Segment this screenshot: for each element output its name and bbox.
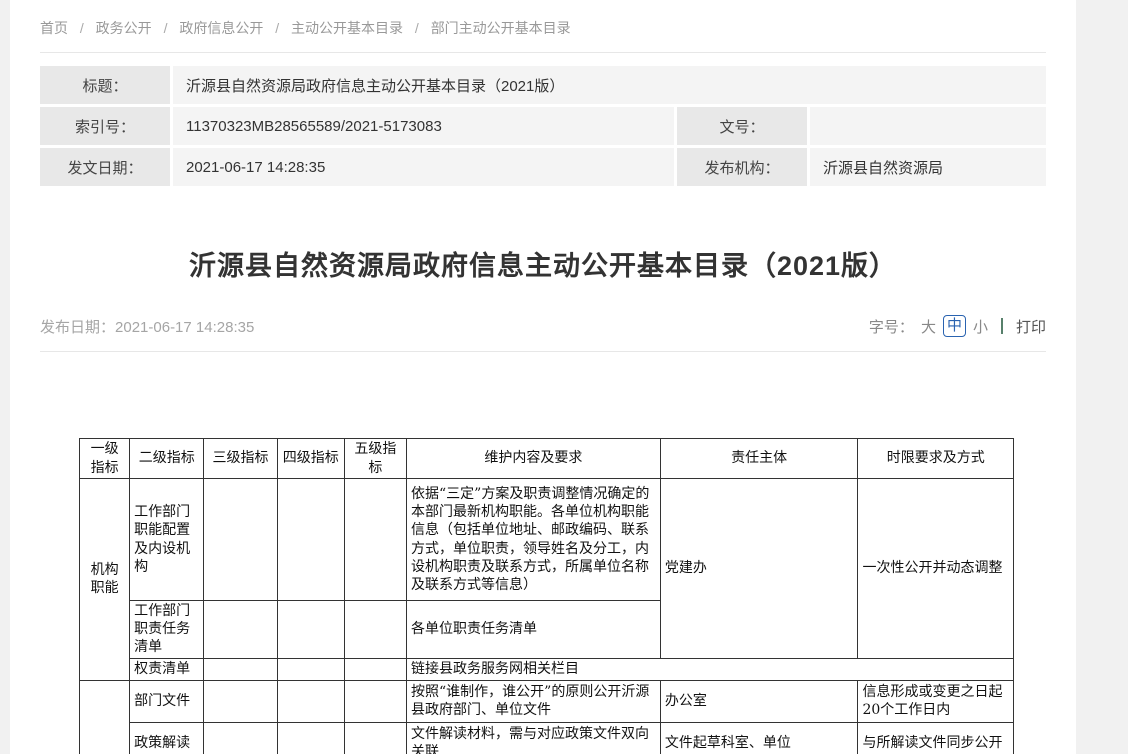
- cell-level2: 工作部门职责任务清单: [130, 601, 204, 659]
- meta-row-index: 索引号： 11370323MB28565589/2021-5173083 文号：: [40, 107, 1046, 145]
- publish-date: 发布日期：2021-06-17 14:28:35: [40, 316, 254, 337]
- cell-empty: [277, 680, 344, 722]
- cell-empty: [204, 601, 277, 659]
- header-deadline: 时限要求及方式: [858, 439, 1014, 479]
- cell-level2: 政策解读: [130, 722, 204, 754]
- meta-index-value: 11370323MB28565589/2021-5173083: [173, 107, 674, 145]
- cell-content: 文件解读材料，需与对应政策文件双向关联: [407, 722, 661, 754]
- cell-owner: 文件起草科室、单位: [660, 722, 858, 754]
- page-background: 首页 / 政务公开 / 政府信息公开 / 主动公开基本目录 / 部门主动公开基本…: [0, 0, 1128, 754]
- breadcrumb-separator: /: [415, 20, 419, 36]
- breadcrumb-divider: [40, 52, 1046, 53]
- breadcrumb-item-home[interactable]: 首页: [40, 20, 68, 36]
- meta-title-label: 标题：: [40, 66, 170, 104]
- page-title: 沂源县自然资源局政府信息主动公开基本目录（2021版）: [40, 244, 1046, 283]
- breadcrumb-separator: /: [164, 20, 168, 36]
- article-divider: [40, 351, 1046, 352]
- cell-level2: 部门文件: [130, 680, 204, 722]
- fontsize-small-button[interactable]: 小: [973, 316, 988, 337]
- document-meta-table: 标题： 沂源县自然资源局政府信息主动公开基本目录（2021版） 索引号： 113…: [40, 66, 1046, 186]
- cell-level2: 权责清单: [130, 658, 204, 680]
- cell-owner: 办公室: [660, 680, 858, 722]
- article-toolbar: 发布日期：2021-06-17 14:28:35 字号： 大 中 小 打印: [40, 315, 1046, 337]
- cell-empty: [204, 722, 277, 754]
- meta-row-title: 标题： 沂源县自然资源局政府信息主动公开基本目录（2021版）: [40, 66, 1046, 104]
- meta-date-label: 发文日期：: [40, 148, 170, 186]
- meta-title-value: 沂源县自然资源局政府信息主动公开基本目录（2021版）: [173, 66, 1046, 104]
- breadcrumb-item-current: 部门主动公开基本目录: [431, 20, 571, 36]
- fontsize-large-button[interactable]: 大: [921, 316, 936, 337]
- table-row: 机构职能 工作部门职能配置及内设机构 依据“三定”方案及职责调整情况确定的本部门…: [80, 479, 1014, 601]
- cell-empty: [344, 680, 406, 722]
- breadcrumb-separator: /: [275, 20, 279, 36]
- cell-owner: 党建办: [660, 479, 858, 659]
- header-owner: 责任主体: [660, 439, 858, 479]
- publish-date-label: 发布日期：: [40, 319, 115, 336]
- cell-content: 按照“谁制作，谁公开”的原则公开沂源县政府部门、单位文件: [407, 680, 661, 722]
- breadcrumb-item-jibenmulu[interactable]: 主动公开基本目录: [291, 20, 403, 36]
- cell-deadline: 与所解读文件同步公开: [858, 722, 1014, 754]
- catalog-table-container: 一级指标 二级指标 三级指标 四级指标 五级指标 维护内容及要求 责任主体 时限…: [79, 438, 1046, 754]
- breadcrumb-separator: /: [80, 20, 84, 36]
- cell-empty: [344, 722, 406, 754]
- cell-empty: [204, 680, 277, 722]
- cell-empty: [277, 722, 344, 754]
- catalog-table: 一级指标 二级指标 三级指标 四级指标 五级指标 维护内容及要求 责任主体 时限…: [79, 438, 1014, 754]
- cell-level1-group1: 机构职能: [80, 479, 130, 681]
- fontsize-label: 字号：: [869, 316, 914, 337]
- content-card: 首页 / 政务公开 / 政府信息公开 / 主动公开基本目录 / 部门主动公开基本…: [10, 0, 1076, 754]
- meta-org-value: 沂源县自然资源局: [810, 148, 1046, 186]
- table-row: 权责清单 链接县政务服务网相关栏目: [80, 658, 1014, 680]
- toolbar-divider: [1001, 318, 1003, 334]
- meta-org-label: 发布机构：: [677, 148, 807, 186]
- cell-content: 各单位职责任务清单: [407, 601, 661, 659]
- meta-date-value: 2021-06-17 14:28:35: [173, 148, 674, 186]
- header-level1: 一级指标: [80, 439, 130, 479]
- cell-empty: [344, 479, 406, 601]
- header-level3: 三级指标: [204, 439, 277, 479]
- print-button[interactable]: 打印: [1016, 316, 1046, 337]
- fontsize-tools: 字号： 大 中 小 打印: [869, 315, 1046, 337]
- catalog-header-row: 一级指标 二级指标 三级指标 四级指标 五级指标 维护内容及要求 责任主体 时限…: [80, 439, 1014, 479]
- header-level5: 五级指标: [344, 439, 406, 479]
- cell-level2: 工作部门职能配置及内设机构: [130, 479, 204, 601]
- cell-empty: [277, 658, 344, 680]
- table-row: 部门文件 按照“谁制作，谁公开”的原则公开沂源县政府部门、单位文件 办公室 信息…: [80, 680, 1014, 722]
- breadcrumb-item-zhengwu[interactable]: 政务公开: [96, 20, 152, 36]
- table-row: 政策解读 文件解读材料，需与对应政策文件双向关联 文件起草科室、单位 与所解读文…: [80, 722, 1014, 754]
- cell-empty: [204, 479, 277, 601]
- cell-content-merged: 链接县政务服务网相关栏目: [407, 658, 1014, 680]
- cell-empty: [277, 601, 344, 659]
- meta-docno-value: [810, 107, 1046, 145]
- cell-content: 依据“三定”方案及职责调整情况确定的本部门最新机构职能。各单位机构职能信息（包括…: [407, 479, 661, 601]
- breadcrumb-item-xinxigongkai[interactable]: 政府信息公开: [179, 20, 263, 36]
- cell-empty: [204, 658, 277, 680]
- meta-row-date: 发文日期： 2021-06-17 14:28:35 发布机构： 沂源县自然资源局: [40, 148, 1046, 186]
- header-content: 维护内容及要求: [407, 439, 661, 479]
- meta-index-label: 索引号：: [40, 107, 170, 145]
- publish-date-value: 2021-06-17 14:28:35: [115, 319, 254, 336]
- cell-empty: [344, 658, 406, 680]
- header-level2: 二级指标: [130, 439, 204, 479]
- cell-deadline: 一次性公开并动态调整: [858, 479, 1014, 659]
- meta-docno-label: 文号：: [677, 107, 807, 145]
- header-level4: 四级指标: [277, 439, 344, 479]
- cell-deadline: 信息形成或变更之日起20个工作日内: [858, 680, 1014, 722]
- fontsize-medium-button[interactable]: 中: [943, 315, 966, 337]
- cell-level1-group2: [80, 680, 130, 754]
- cell-empty: [277, 479, 344, 601]
- breadcrumb: 首页 / 政务公开 / 政府信息公开 / 主动公开基本目录 / 部门主动公开基本…: [40, 0, 1046, 38]
- cell-empty: [344, 601, 406, 659]
